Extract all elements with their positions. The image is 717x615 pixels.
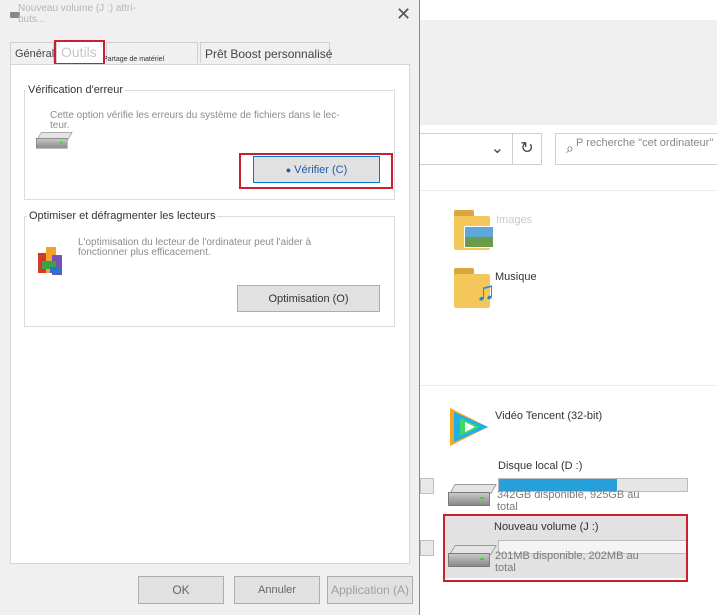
refresh-icon: ↻ <box>520 140 534 157</box>
optimize-button[interactable]: Optimisation (O) <box>237 285 380 312</box>
highlight-box <box>443 514 688 582</box>
explorer-ribbon <box>420 20 717 125</box>
tab-readyboost[interactable]: Prêt Boost personnalisé <box>200 42 332 63</box>
folder-label: Images <box>496 214 533 226</box>
group-title: Vérification d'erreur <box>26 84 126 96</box>
group-title: Optimiser et défragmenter les lecteurs <box>27 210 218 222</box>
drive-name: Disque local (D :) <box>498 460 583 472</box>
refresh-button[interactable]: ↻ <box>512 133 542 165</box>
chevron-down-icon[interactable]: ⌄ <box>491 138 504 158</box>
folder-label: Musique <box>495 271 537 283</box>
cancel-button[interactable]: Annuler <box>234 576 320 604</box>
highlight-box <box>239 153 393 189</box>
drive-free-space: 342GB disponible, 925GB au total <box>497 489 640 513</box>
dialog-title-line1: Nouveau volume (J :) attri- <box>18 3 136 14</box>
nav-pane-edge <box>420 540 434 556</box>
hard-drive-icon <box>36 132 73 149</box>
tab-general[interactable]: Général <box>10 42 54 63</box>
dialog-title: Nouveau volume (J :) attri- buts... <box>18 3 158 25</box>
close-icon[interactable]: ✕ <box>396 5 411 23</box>
error-check-description: Cette option vérifie les erreurs du syst… <box>50 110 340 131</box>
optimize-description: L'optimisation du lecteur de l'ordinateu… <box>78 237 312 258</box>
apply-button[interactable]: Application (A) <box>327 576 413 604</box>
tab-hardware-label: Partage de matériel <box>103 56 165 63</box>
address-bar[interactable]: ⌄ <box>420 133 513 165</box>
tencent-video-icon[interactable] <box>444 404 494 450</box>
music-folder-icon[interactable]: ♫ <box>454 266 496 310</box>
divider <box>420 190 717 191</box>
search-icon: ⌕ <box>566 140 574 156</box>
explorer-title-bar <box>420 0 717 21</box>
nav-pane-edge <box>420 478 434 494</box>
ok-button[interactable]: OK <box>138 576 224 604</box>
search-placeholder: P recherche "cet ordinateur" <box>576 137 714 149</box>
dialog-title-line2: buts... <box>18 14 46 25</box>
app-label: Vidéo Tencent (32-bit) <box>495 410 603 422</box>
highlight-box <box>54 40 105 65</box>
search-box[interactable]: ⌕ P recherche "cet ordinateur" <box>555 133 717 165</box>
defrag-icon <box>38 247 62 275</box>
pictures-folder-icon[interactable] <box>454 208 494 252</box>
divider <box>420 385 717 386</box>
hard-drive-icon[interactable] <box>448 484 497 506</box>
drive-properties-dialog: Nouveau volume (J :) attri- buts... ✕ Gé… <box>0 0 420 615</box>
